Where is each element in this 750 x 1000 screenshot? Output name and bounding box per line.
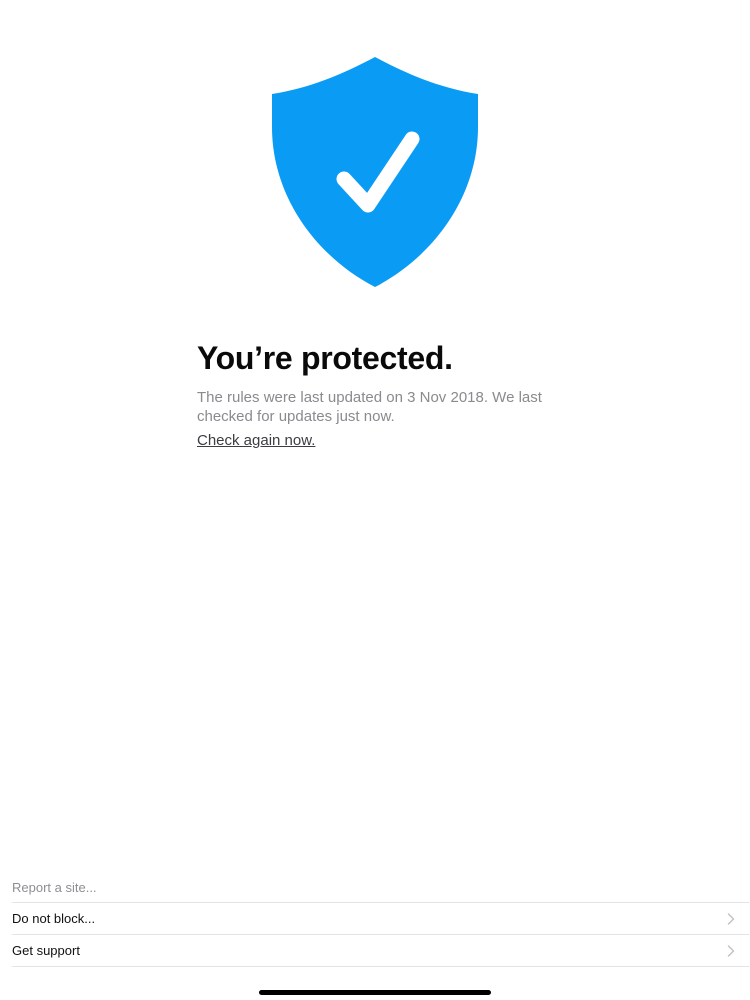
home-indicator[interactable]	[259, 990, 491, 995]
shield-check-icon	[272, 57, 478, 287]
page-title: You’re protected.	[197, 340, 453, 376]
chevron-right-icon	[727, 912, 735, 925]
menu-item-label: Report a site...	[12, 880, 97, 895]
protection-status: You’re protected. The rules were last up…	[197, 338, 557, 450]
app-screen: You’re protected. The rules were last up…	[0, 0, 750, 1000]
do-not-block-item[interactable]: Do not block...	[12, 903, 749, 935]
menu-item-label: Get support	[12, 943, 80, 958]
check-again-link[interactable]: Check again now.	[197, 431, 315, 450]
settings-menu: Report a site... Do not block... Get sup…	[0, 873, 750, 967]
menu-item-label: Do not block...	[12, 911, 96, 926]
status-description: The rules were last updated on 3 Nov 201…	[197, 389, 542, 425]
get-support-item[interactable]: Get support	[12, 935, 749, 967]
report-site-item[interactable]: Report a site...	[12, 873, 749, 903]
chevron-right-icon	[727, 944, 735, 957]
